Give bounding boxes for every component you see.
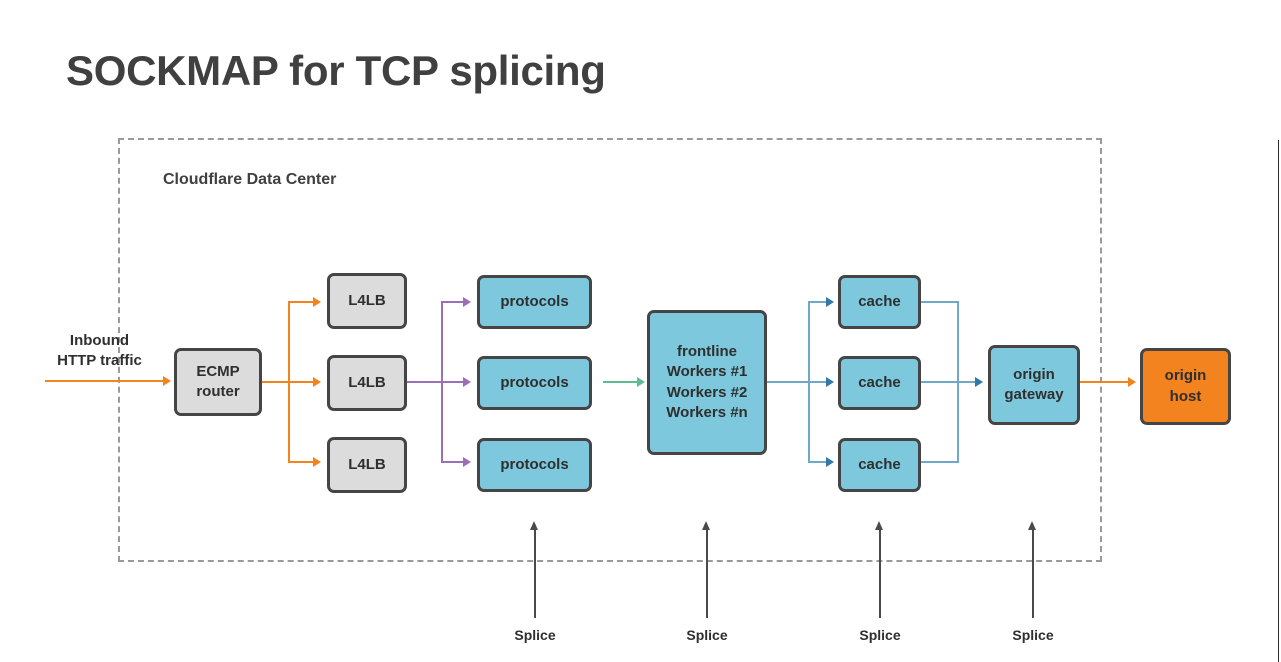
splice-arrow-head-4 [1028, 521, 1036, 530]
protocols-branch-mid [441, 381, 465, 383]
inbound-arrow-head [163, 376, 171, 386]
cache-merge-bottom [921, 461, 959, 463]
ecmp-router-line1: ECMP [196, 362, 240, 380]
frontline-out-line [767, 381, 810, 383]
frontline-line1: frontline [677, 343, 737, 360]
splice-arrow-line-1 [534, 530, 536, 618]
frontline-line3: Workers #2 [666, 383, 748, 401]
node-frontline-workers[interactable]: frontline Workers #1 Workers #2 Workers … [647, 310, 767, 455]
ecmp-branch-bottom-head [313, 457, 321, 467]
ecmp-branch-mid-head [313, 377, 321, 387]
node-l4lb-1[interactable]: L4LB [327, 273, 407, 329]
cache-branch-bottom [808, 461, 828, 463]
ecmp-branch-top [288, 301, 315, 303]
node-l4lb-2[interactable]: L4LB [327, 355, 407, 411]
protocols-branch-bottom-head [463, 457, 471, 467]
cloudflare-data-center-boundary [118, 138, 1102, 562]
node-cache-2[interactable]: cache [838, 356, 921, 410]
slide-canvas: SOCKMAP for TCP splicing Cloudflare Data… [0, 0, 1281, 662]
l4lb-out-line [407, 381, 443, 383]
ecmp-branch-bottom [288, 461, 315, 463]
cache-branch-bottom-head [826, 457, 834, 467]
cache-2-label: cache [858, 373, 901, 391]
cache-merge-out-line [921, 381, 976, 383]
origin-gateway-line2: gateway [1004, 386, 1064, 403]
cache-merge-top [921, 301, 959, 303]
slide-edge-line [1278, 140, 1279, 662]
ecmp-out-line [262, 381, 290, 383]
splice-arrow-head-2 [702, 521, 710, 530]
node-ecmp-router[interactable]: ECMP router [174, 348, 262, 416]
cache-merge-out-head [975, 377, 983, 387]
protocols-branch-mid-head [463, 377, 471, 387]
frontline-line2: Workers #1 [666, 363, 748, 381]
splice-label-2: Splice [686, 627, 728, 643]
splice-arrow-line-3 [879, 530, 881, 618]
node-origin-gateway[interactable]: origin gateway [988, 345, 1080, 425]
frontline-line4: Workers #n [666, 403, 748, 421]
node-l4lb-3[interactable]: L4LB [327, 437, 407, 493]
inbound-traffic-line1: Inbound [69, 332, 130, 349]
l4lb-1-label: L4LB [348, 291, 386, 309]
frontline-in-head [637, 377, 645, 387]
protocols-branch-top-head [463, 297, 471, 307]
ecmp-branch-mid [288, 381, 315, 383]
inbound-traffic-label: Inbound HTTP traffic [47, 331, 152, 370]
splice-arrow-line-4 [1032, 530, 1034, 618]
splice-label-4: Splice [1012, 627, 1054, 643]
node-protocols-1[interactable]: protocols [477, 275, 592, 329]
splice-arrow-head-1 [530, 521, 538, 530]
origin-host-line1: origin [1164, 367, 1207, 385]
page-title: SOCKMAP for TCP splicing [66, 47, 606, 94]
node-origin-host[interactable]: origin host [1140, 348, 1231, 425]
cache-branch-mid [808, 381, 828, 383]
cloudflare-data-center-label: Cloudflare Data Center [163, 171, 337, 188]
cache-branch-top [808, 301, 828, 303]
node-protocols-3[interactable]: protocols [477, 438, 592, 492]
protocols-1-label: protocols [500, 292, 569, 310]
l4lb-2-label: L4LB [348, 373, 386, 391]
ecmp-router-line2: router [196, 383, 240, 400]
inbound-arrow-line [45, 380, 165, 382]
protocols-3-label: protocols [500, 455, 569, 473]
cache-branch-mid-head [826, 377, 834, 387]
node-cache-1[interactable]: cache [838, 275, 921, 329]
protocols-branch-top [441, 301, 465, 303]
origin-host-in-head [1128, 377, 1136, 387]
l4lb-3-label: L4LB [348, 455, 386, 473]
cache-3-label: cache [858, 455, 901, 473]
splice-label-3: Splice [859, 627, 901, 643]
frontline-in-line [603, 381, 639, 383]
splice-arrow-head-3 [875, 521, 883, 530]
protocols-branch-bottom [441, 461, 465, 463]
splice-arrow-line-2 [706, 530, 708, 618]
splice-label-1: Splice [514, 627, 556, 643]
origin-gateway-line1: origin [1013, 365, 1055, 383]
node-protocols-2[interactable]: protocols [477, 356, 592, 410]
cache-1-label: cache [858, 292, 901, 310]
node-cache-3[interactable]: cache [838, 438, 921, 492]
cache-branch-top-head [826, 297, 834, 307]
origin-host-in-line [1080, 381, 1130, 383]
inbound-traffic-line2: HTTP traffic [57, 351, 142, 369]
origin-host-line2: host [1169, 387, 1202, 405]
ecmp-branch-top-head [313, 297, 321, 307]
protocols-2-label: protocols [500, 373, 569, 391]
